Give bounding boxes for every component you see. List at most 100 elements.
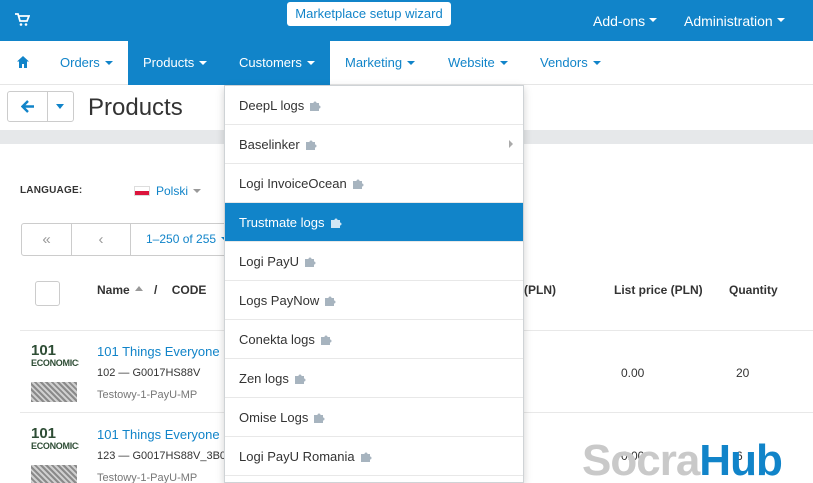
list-price-value[interactable]: 0.00: [621, 366, 644, 380]
chevron-down-icon: [649, 18, 658, 23]
menu-item-label: Conekta logs: [239, 332, 315, 347]
chevron-down-icon: [104, 60, 113, 65]
menu-item-label: DeepL logs: [239, 98, 305, 113]
thumbnail-art: [31, 382, 77, 402]
menu-item-omise-logs[interactable]: Omise Logs: [225, 398, 523, 437]
submenu-arrow-icon: [509, 140, 513, 148]
product-thumbnail[interactable]: 101 ECONOMICS: [29, 425, 79, 483]
prev-page-button[interactable]: ‹: [72, 224, 131, 255]
nav-products-label: Products: [143, 55, 195, 70]
chevron-down-icon: [407, 60, 416, 65]
nav-marketing[interactable]: Marketing: [345, 41, 416, 85]
puzzle-icon: [314, 413, 325, 424]
puzzle-icon: [330, 218, 341, 229]
menu-item-logi-payu[interactable]: Logi PayU: [225, 242, 523, 281]
chevron-down-icon: [499, 60, 508, 65]
menu-item-deepl-logs[interactable]: DeepL logs: [225, 86, 523, 125]
back-button[interactable]: [8, 92, 48, 121]
select-all-checkbox[interactable]: [35, 281, 60, 306]
first-page-button[interactable]: «: [22, 224, 72, 255]
product-name-link[interactable]: 101 Things Everyone: [97, 427, 220, 442]
chevron-down-icon: [193, 188, 202, 193]
menu-item-label: Logi PayU Romania: [239, 449, 355, 464]
top-bar: Marketplace setup wizard Add-ons Adminis…: [0, 0, 813, 41]
back-button-group: [7, 91, 74, 122]
sort-ascending-icon: [134, 286, 143, 292]
menu-item-logs-paynow[interactable]: Logs PayNow: [225, 281, 523, 320]
thumbnail-art: [31, 465, 77, 483]
puzzle-icon: [305, 140, 317, 151]
nav-vendors-label: Vendors: [540, 55, 588, 70]
price-column-header[interactable]: (PLN): [524, 283, 556, 297]
nav-marketing-label: Marketing: [345, 55, 403, 70]
socrahub-watermark: SocraHub: [582, 436, 783, 483]
code-header-label[interactable]: CODE: [172, 283, 207, 297]
menu-item-baselinker[interactable]: Baselinker: [225, 125, 523, 164]
nav-orders[interactable]: Orders: [46, 41, 128, 85]
marketplace-setup-wizard-button[interactable]: Marketplace setup wizard: [287, 2, 451, 26]
menu-item-zen-logs[interactable]: Zen logs: [225, 359, 523, 398]
chevron-down-icon: [592, 60, 601, 65]
poland-flag-icon: [134, 185, 150, 196]
add-ons-menu[interactable]: Add-ons: [593, 13, 658, 29]
quantity-column-header[interactable]: Quantity: [729, 283, 778, 297]
add-ons-label: Add-ons: [593, 13, 646, 29]
home-icon[interactable]: [16, 55, 30, 69]
page-range-label: 1–250 of 255: [146, 232, 217, 246]
language-select[interactable]: Polski: [134, 184, 202, 198]
product-code: 123 — G0017HS88V_3B0: [97, 450, 227, 462]
product-vendor: Testowy-1-PayU-MP: [97, 472, 198, 483]
pagination: « ‹ 1–250 of 255: [21, 223, 231, 256]
chevron-down-icon: [306, 60, 315, 65]
thumbnail-title: 101: [31, 425, 57, 442]
name-header-label: Name: [97, 283, 130, 297]
header-separator: /: [154, 283, 158, 297]
puzzle-icon: [325, 296, 336, 307]
chevron-down-icon: [776, 18, 785, 23]
watermark-part2: Hub: [699, 436, 783, 483]
chevron-down-icon: [56, 104, 64, 109]
page-range-select[interactable]: 1–250 of 255: [146, 224, 230, 255]
customers-dropdown-menu: DeepL logs Baselinker Logi InvoiceOcean …: [224, 85, 524, 483]
nav-website-label: Website: [448, 55, 495, 70]
puzzle-icon: [360, 452, 372, 463]
thumbnail-subtitle: ECONOMICS: [31, 441, 79, 451]
page-title: Products: [88, 94, 183, 121]
product-thumbnail[interactable]: 101 ECONOMICS: [29, 342, 79, 404]
nav-customers[interactable]: Customers: [225, 41, 330, 85]
menu-item-logi-payu-romania[interactable]: Logi PayU Romania: [225, 437, 523, 476]
puzzle-icon: [304, 257, 316, 268]
administration-menu[interactable]: Administration: [684, 13, 785, 29]
language-value: Polski: [156, 184, 189, 198]
quantity-value[interactable]: 20: [736, 366, 749, 380]
product-code: 102 — G0017HS88V: [97, 367, 201, 379]
shopping-cart-icon[interactable]: [14, 13, 30, 27]
menu-item-label: Logi PayU: [239, 254, 299, 269]
menu-item-conekta-logs[interactable]: Conekta logs: [225, 320, 523, 359]
back-history-dropdown[interactable]: [48, 92, 73, 121]
puzzle-icon: [320, 335, 332, 346]
list-price-column-header[interactable]: List price (PLN): [614, 283, 703, 297]
nav-orders-label: Orders: [60, 55, 100, 70]
product-name-link[interactable]: 101 Things Everyone: [97, 344, 220, 359]
nav-products[interactable]: Products: [128, 41, 225, 85]
puzzle-icon: [310, 101, 321, 112]
menu-item-trustmate-logs[interactable]: Trustmate logs: [225, 203, 523, 242]
product-vendor: Testowy-1-PayU-MP: [97, 389, 198, 401]
puzzle-icon: [294, 374, 306, 385]
puzzle-icon: [352, 179, 364, 190]
thumbnail-subtitle: ECONOMICS: [31, 358, 79, 368]
language-label: LANGUAGE:: [20, 185, 83, 196]
nav-vendors[interactable]: Vendors: [540, 41, 601, 85]
nav-customers-label: Customers: [239, 55, 302, 70]
menu-item-label: Zen logs: [239, 371, 289, 386]
chevron-down-icon: [199, 60, 208, 65]
menu-item-label: Omise Logs: [239, 410, 309, 425]
menu-item-logi-invoiceocean[interactable]: Logi InvoiceOcean: [225, 164, 523, 203]
menu-item-label: Logi InvoiceOcean: [239, 176, 347, 191]
name-column-header[interactable]: Name / CODE: [97, 283, 206, 297]
menu-item-label: Trustmate logs: [239, 215, 325, 230]
nav-website[interactable]: Website: [448, 41, 508, 85]
administration-label: Administration: [684, 13, 773, 29]
menu-item-label: Baselinker: [239, 137, 300, 152]
